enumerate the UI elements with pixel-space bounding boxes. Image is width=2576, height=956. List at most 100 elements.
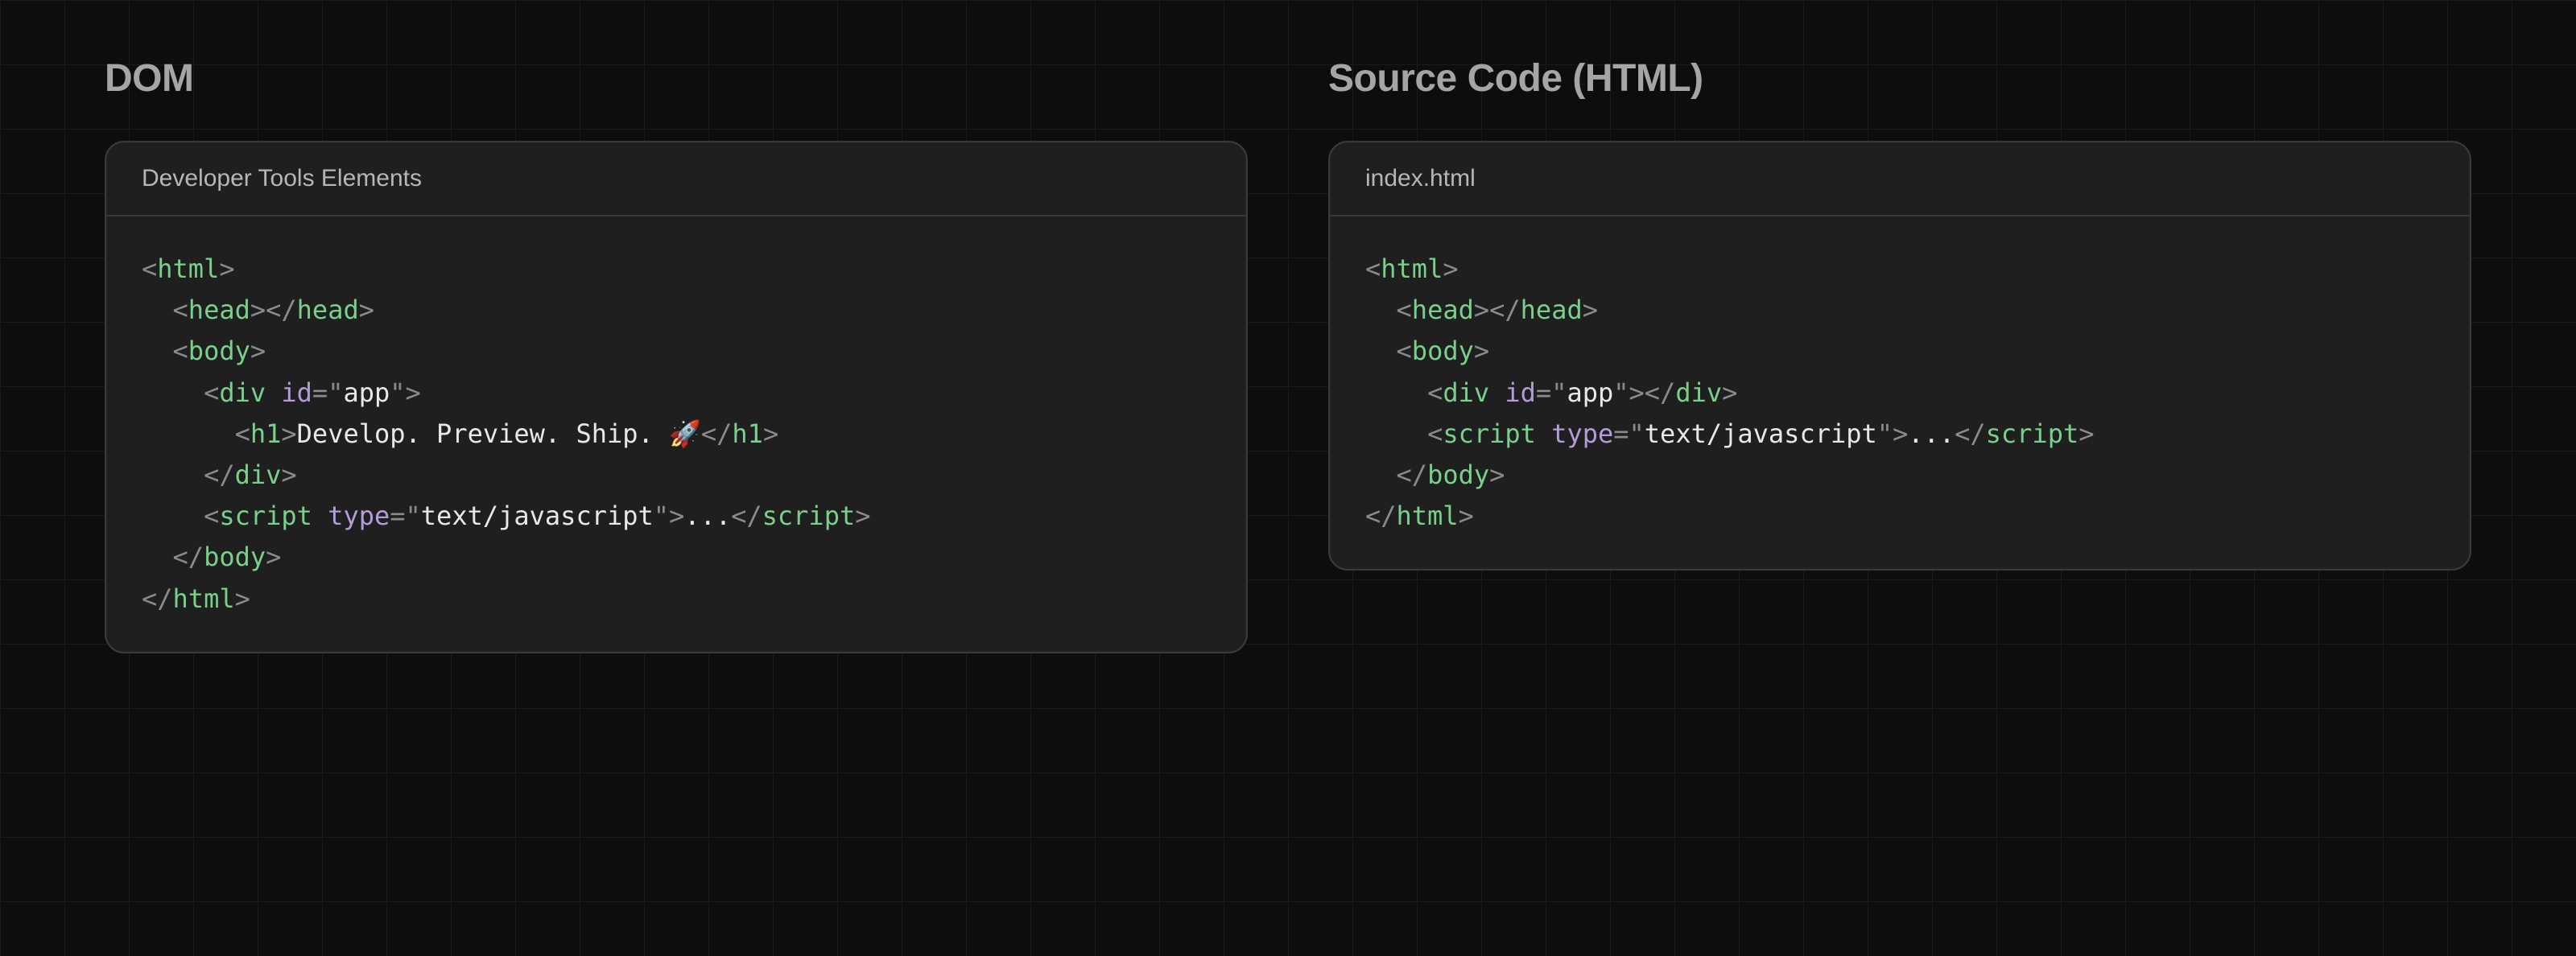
- angle-open: </: [142, 583, 173, 614]
- angle-open: </: [1397, 459, 1428, 490]
- angle-close: >: [669, 501, 684, 531]
- tag-script: script: [219, 501, 312, 531]
- main-content: DOM Developer Tools Elements <html> <hea…: [0, 0, 2576, 956]
- source-code-block: <html> <head></head> <body> <div id="app…: [1330, 216, 2470, 569]
- angle-open: <: [1427, 418, 1443, 449]
- attr-val-app: app: [1567, 377, 1613, 408]
- tag-head: head: [1412, 295, 1474, 325]
- dom-column: DOM Developer Tools Elements <html> <hea…: [105, 56, 1248, 956]
- quote: ": [654, 501, 669, 531]
- tag-html-close: html: [173, 583, 235, 614]
- angle-open: <: [1427, 377, 1443, 408]
- tag-html: html: [1381, 253, 1443, 284]
- angle-open: </: [173, 542, 204, 572]
- tag-html-close: html: [1397, 501, 1459, 531]
- angle-close: >: [219, 253, 234, 284]
- angle-close: >: [1629, 377, 1645, 408]
- angle-close: >: [1443, 253, 1458, 284]
- tag-h1-close: h1: [732, 418, 763, 449]
- angle-close: >: [1583, 295, 1598, 325]
- tag-div-close: div: [235, 459, 282, 490]
- dom-code-block: <html> <head></head> <body> <div id="app…: [106, 216, 1246, 652]
- angle-close: >: [250, 336, 266, 366]
- angle-close: >: [281, 459, 296, 490]
- angle-close: >: [855, 501, 870, 531]
- angle-close: >: [1722, 377, 1737, 408]
- source-panel: index.html <html> <head></head> <body> <…: [1328, 141, 2471, 571]
- quote: ": [1613, 377, 1629, 408]
- tag-head-close: head: [297, 295, 359, 325]
- equals: =: [1613, 418, 1629, 449]
- angle-open: </: [204, 459, 235, 490]
- ellipsis: ...: [684, 501, 731, 531]
- ellipsis: ...: [1908, 418, 1955, 449]
- attr-val-js: text/javascript: [1645, 418, 1877, 449]
- dom-panel: Developer Tools Elements <html> <head></…: [105, 141, 1248, 653]
- angle-open: <: [142, 253, 157, 284]
- angle-close: >: [763, 418, 778, 449]
- attr-id: id: [281, 377, 312, 408]
- angle-open: <: [1397, 295, 1412, 325]
- quote: ": [1551, 377, 1567, 408]
- angle-close: >: [359, 295, 374, 325]
- angle-open: <: [235, 418, 250, 449]
- angle-close: >: [1474, 336, 1489, 366]
- tag-div: div: [1443, 377, 1489, 408]
- angle-open: <: [1365, 253, 1381, 284]
- angle-close: >: [2079, 418, 2094, 449]
- tag-html: html: [157, 253, 219, 284]
- angle-close: >: [250, 295, 266, 325]
- tag-h1: h1: [250, 418, 282, 449]
- angle-open: </: [1365, 501, 1397, 531]
- source-panel-title: index.html: [1330, 142, 2470, 216]
- tag-div: div: [219, 377, 266, 408]
- angle-close: >: [235, 583, 250, 614]
- quote: ": [1629, 418, 1645, 449]
- equals: =: [390, 501, 405, 531]
- angle-open: <: [173, 295, 188, 325]
- attr-type: type: [1551, 418, 1613, 449]
- tag-body: body: [188, 336, 250, 366]
- angle-close: >: [266, 542, 281, 572]
- attr-val-app: app: [343, 377, 390, 408]
- h1-text: Develop. Preview. Ship. 🚀: [297, 418, 701, 449]
- tag-script-close: script: [1986, 418, 2079, 449]
- equals: =: [312, 377, 328, 408]
- quote: ": [406, 501, 421, 531]
- dom-heading: DOM: [105, 56, 1248, 101]
- attr-val-js: text/javascript: [421, 501, 654, 531]
- angle-open: </: [731, 501, 762, 531]
- dom-panel-title: Developer Tools Elements: [106, 142, 1246, 216]
- angle-open: <: [1397, 336, 1412, 366]
- angle-close: >: [1489, 459, 1505, 490]
- tag-div-close: div: [1675, 377, 1722, 408]
- tag-head: head: [188, 295, 250, 325]
- angle-open: </: [701, 418, 733, 449]
- angle-open: </: [266, 295, 297, 325]
- angle-open: </: [1489, 295, 1521, 325]
- quote: ": [390, 377, 405, 408]
- angle-close: >: [1459, 501, 1474, 531]
- angle-close: >: [406, 377, 421, 408]
- quote: ": [328, 377, 343, 408]
- angle-open: <: [204, 377, 219, 408]
- angle-close: >: [281, 418, 296, 449]
- angle-open: </: [1645, 377, 1676, 408]
- angle-close: >: [1893, 418, 1908, 449]
- tag-body: body: [1412, 336, 1474, 366]
- angle-open: <: [204, 501, 219, 531]
- tag-script-close: script: [762, 501, 856, 531]
- tag-head-close: head: [1521, 295, 1583, 325]
- angle-open: </: [1955, 418, 1986, 449]
- quote: ": [1877, 418, 1893, 449]
- source-heading: Source Code (HTML): [1328, 56, 2471, 101]
- angle-close: >: [1474, 295, 1489, 325]
- attr-id: id: [1505, 377, 1536, 408]
- source-column: Source Code (HTML) index.html <html> <he…: [1328, 56, 2471, 956]
- tag-script: script: [1443, 418, 1536, 449]
- attr-type: type: [328, 501, 390, 531]
- tag-body-close: body: [204, 542, 266, 572]
- angle-open: <: [173, 336, 188, 366]
- equals: =: [1536, 377, 1551, 408]
- tag-body-close: body: [1427, 459, 1489, 490]
